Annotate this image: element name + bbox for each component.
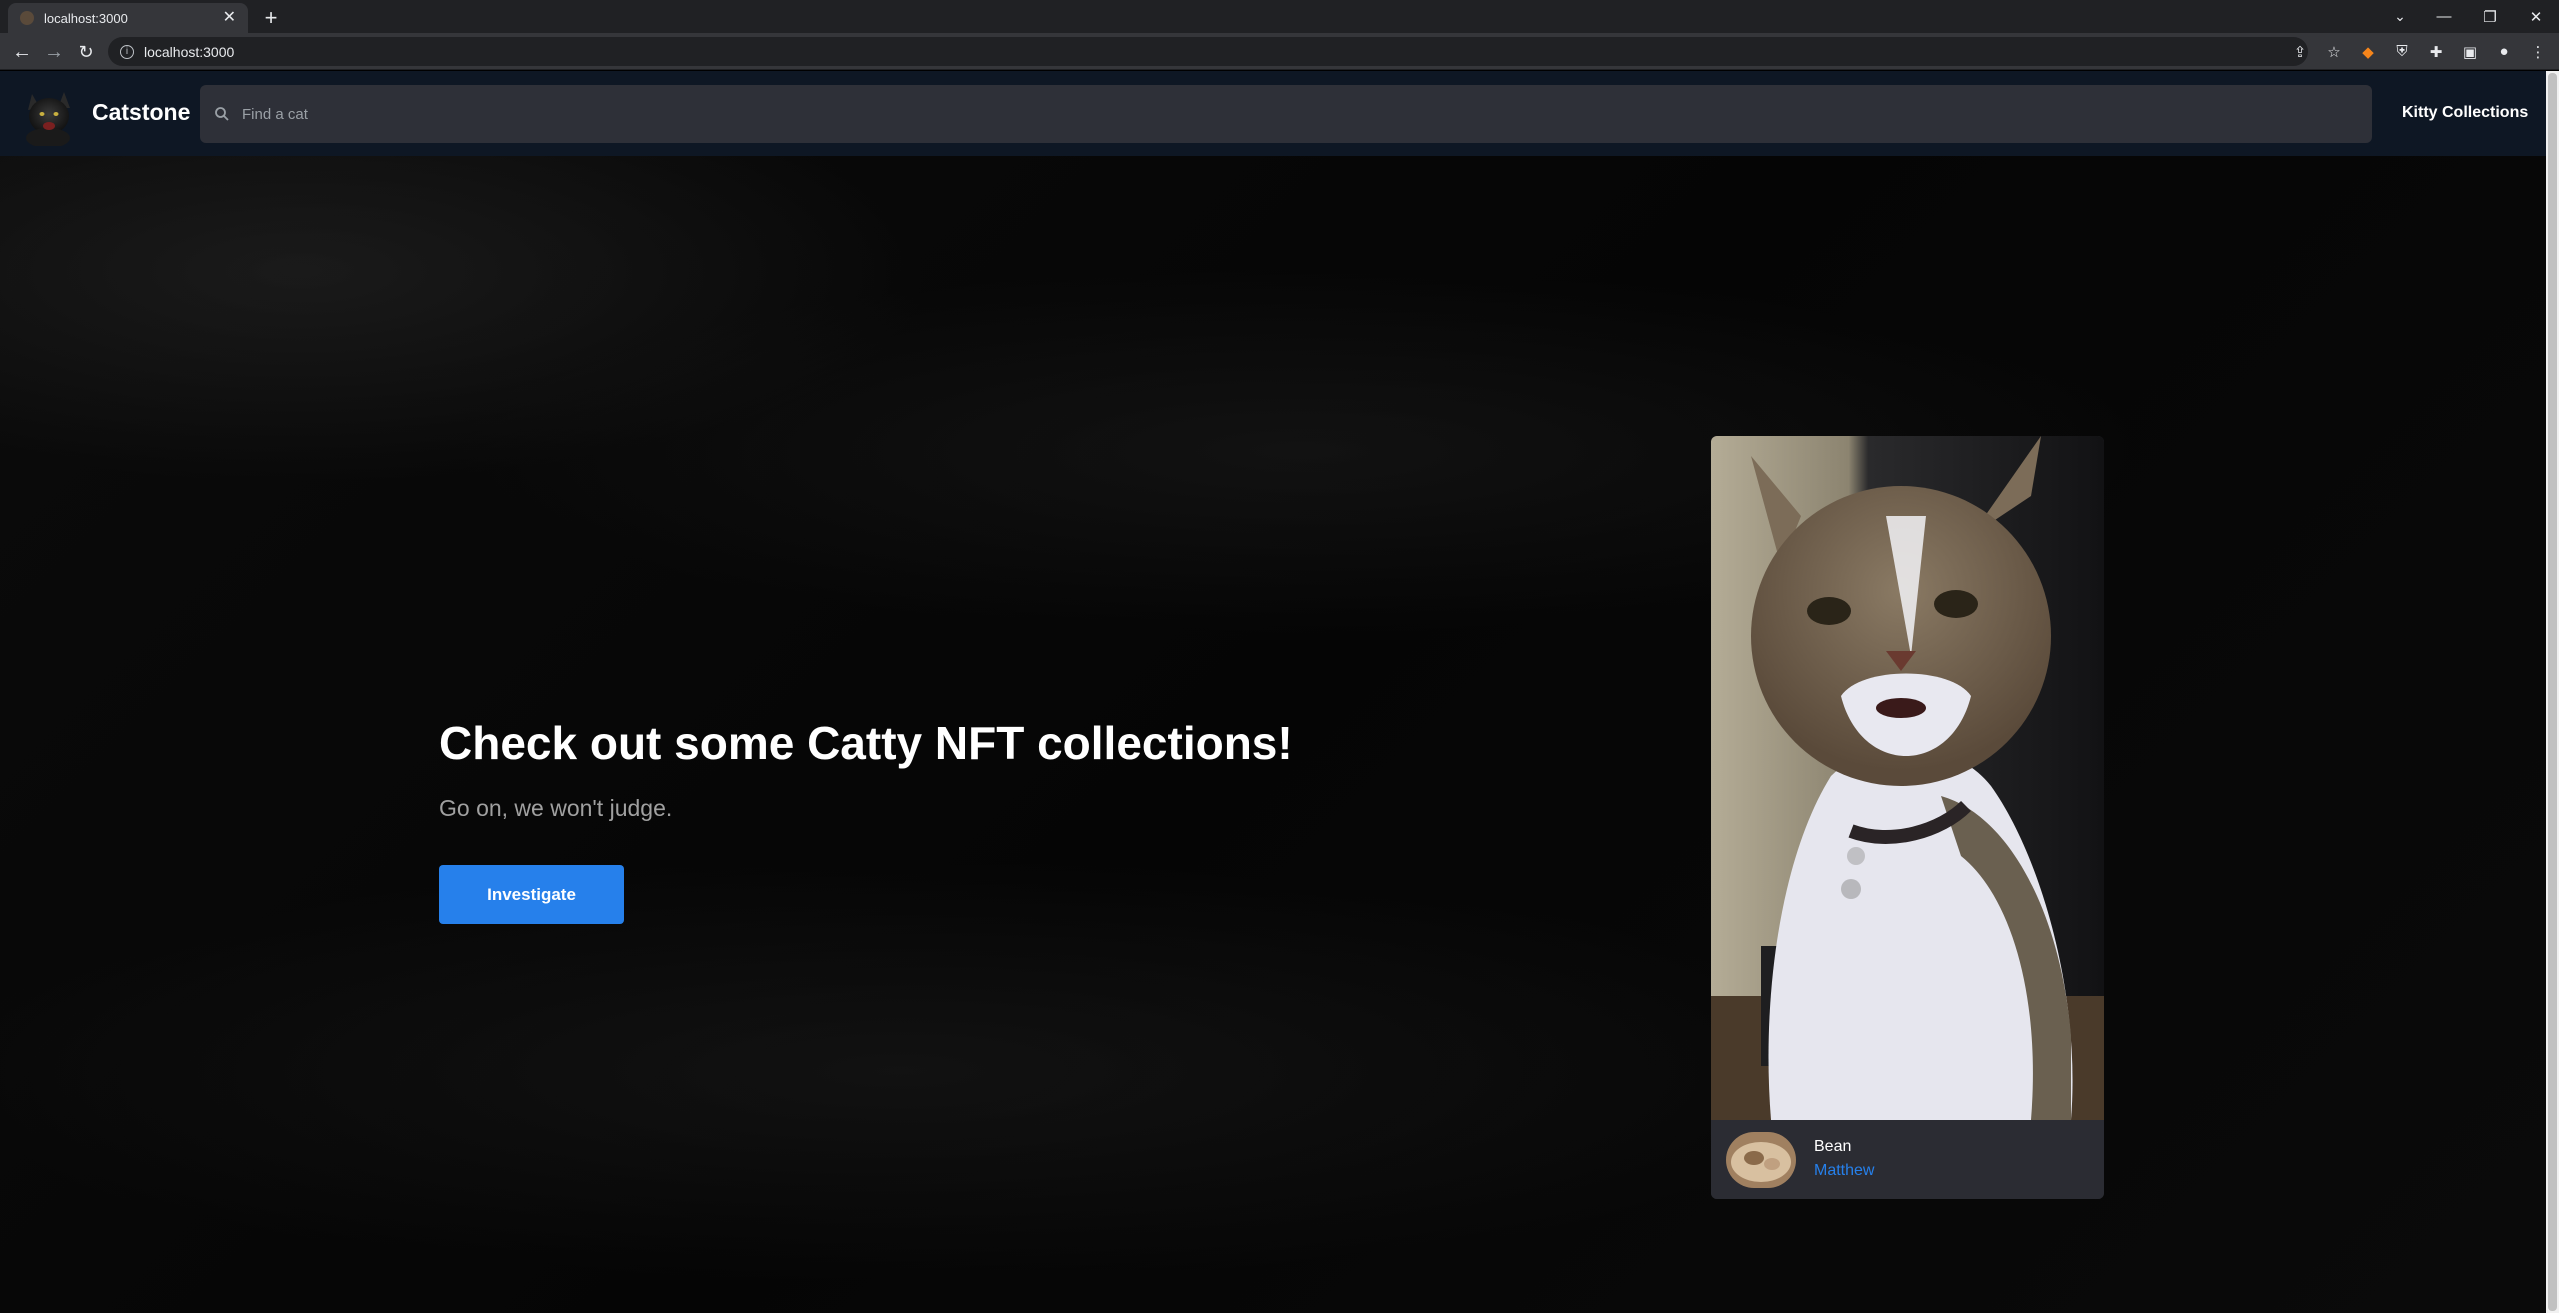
tab-close-icon[interactable]: ✕ xyxy=(223,10,236,26)
back-icon[interactable]: ← xyxy=(8,38,36,66)
tab-title: localhost:3000 xyxy=(44,10,128,26)
cat-logo-icon[interactable] xyxy=(18,84,80,146)
page: Catstone Kitty Collections Check out som… xyxy=(0,71,2546,1313)
search-input[interactable] xyxy=(242,105,2372,123)
minimize-icon[interactable]: — xyxy=(2421,0,2467,33)
forward-icon[interactable]: → xyxy=(40,38,68,66)
window-controls: — ❐ ✕ xyxy=(2421,0,2559,33)
brand-name[interactable]: Catstone xyxy=(92,99,190,126)
toolbar-icons: ⇪ ☆ ◆ ⛨ ✚ ▣ ● ⋮ xyxy=(2287,37,2551,66)
site-info-icon[interactable]: i xyxy=(120,44,134,59)
cat-photo[interactable] xyxy=(1711,436,2104,1120)
new-tab-button[interactable]: + xyxy=(258,5,284,31)
browser-toolbar: ← → ↻ i localhost:3000 ⇪ ☆ ◆ ⛨ ✚ ▣ ● ⋮ xyxy=(0,33,2559,70)
menu-kebab-icon[interactable]: ⋮ xyxy=(2525,39,2551,65)
tab-favicon-icon xyxy=(20,11,34,25)
shield-extension-icon[interactable]: ⛨ xyxy=(2389,39,2415,65)
hero-subtitle: Go on, we won't judge. xyxy=(439,795,673,821)
profile-icon[interactable]: ● xyxy=(2491,39,2517,65)
address-bar[interactable]: i localhost:3000 xyxy=(108,37,2308,66)
address-text: localhost:3000 xyxy=(144,43,235,60)
scrollbar-thumb[interactable] xyxy=(2548,73,2557,1311)
metamask-extension-icon[interactable]: ◆ xyxy=(2355,39,2381,65)
card-footer: Bean Matthew xyxy=(1711,1120,2104,1199)
extensions-puzzle-icon[interactable]: ✚ xyxy=(2423,39,2449,65)
reload-icon[interactable]: ↻ xyxy=(72,38,100,66)
search-bar[interactable] xyxy=(200,85,2372,143)
hero-title: Check out some Catty NFT collections! xyxy=(439,717,1293,769)
owner-avatar[interactable] xyxy=(1726,1132,1796,1188)
restore-icon[interactable]: ❐ xyxy=(2467,0,2513,33)
tab-search-icon[interactable]: ⌄ xyxy=(2385,0,2415,33)
close-window-icon[interactable]: ✕ xyxy=(2513,0,2559,33)
nft-owner-link[interactable]: Matthew xyxy=(1814,1162,1874,1180)
nav-link-kitty-collections[interactable]: Kitty Collections xyxy=(2402,104,2528,122)
nft-card[interactable]: Bean Matthew xyxy=(1711,436,2104,1199)
share-icon[interactable]: ⇪ xyxy=(2287,39,2313,65)
page-scrollbar[interactable] xyxy=(2546,71,2559,1313)
bookmark-star-icon[interactable]: ☆ xyxy=(2321,39,2347,65)
browser-tabstrip: localhost:3000 ✕ + ⌄ — ❐ ✕ xyxy=(0,0,2559,33)
investigate-button[interactable]: Investigate xyxy=(439,865,624,924)
site-navbar: Catstone Kitty Collections xyxy=(0,71,2546,156)
search-icon xyxy=(215,107,229,121)
nft-name[interactable]: Bean xyxy=(1814,1138,1851,1156)
browser-tab[interactable]: localhost:3000 ✕ xyxy=(8,3,248,33)
side-panel-icon[interactable]: ▣ xyxy=(2457,39,2483,65)
